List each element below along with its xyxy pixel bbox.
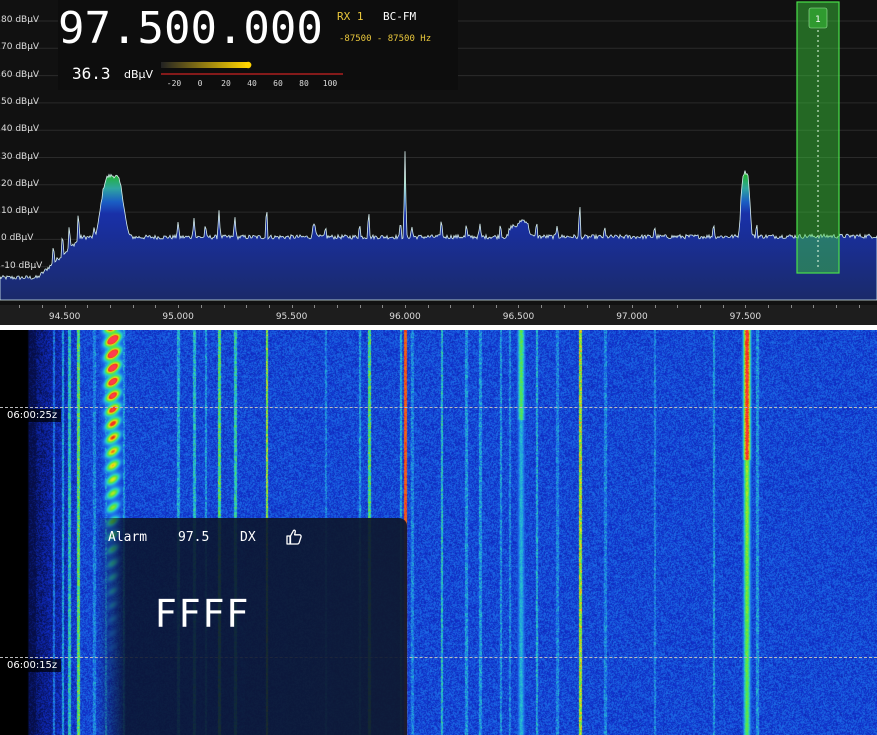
y-axis-label: -10 dBμV (1, 260, 43, 271)
y-axis-label: 30 dBμV (1, 151, 40, 162)
x-axis-tick (41, 305, 43, 308)
y-axis-label: 20 dBμV (1, 178, 40, 189)
alarm-label: Alarm (108, 530, 148, 545)
x-axis-tick (858, 305, 860, 308)
x-axis-tick (450, 305, 452, 308)
x-axis-tick (700, 305, 701, 308)
spectrum-trace (0, 151, 877, 301)
x-axis-tick (563, 305, 565, 308)
y-axis-label: 40 dBμV (1, 124, 40, 135)
x-axis-label: 95.000 (162, 312, 194, 322)
x-axis-label: 95.500 (275, 312, 308, 322)
x-axis-tick (722, 305, 724, 308)
x-axis-tick (836, 305, 838, 308)
y-axis-label: 80 dBμV (1, 15, 40, 25)
x-axis-tick (132, 305, 134, 308)
x-axis-tick (790, 305, 792, 308)
x-axis-tick (405, 305, 407, 308)
x-axis-tick (813, 305, 815, 308)
x-axis-tick (178, 305, 180, 308)
x-axis-tick (246, 305, 248, 308)
frequency-display[interactable]: 97.500.000 RX 1 BC-FM -87500 - 87500 Hz … (58, 0, 458, 90)
y-axis-label: 70 dBμV (1, 42, 40, 53)
y-axis-label: 60 dBμV (1, 69, 40, 80)
x-axis-tick (359, 305, 361, 308)
x-axis-tick (609, 305, 611, 308)
x-axis-tick (382, 305, 384, 308)
x-axis-tick (336, 305, 338, 308)
x-axis-tick (291, 305, 293, 308)
x-axis-tick (473, 305, 475, 308)
y-axis-label: 10 dBμV (1, 206, 40, 217)
x-axis-tick (518, 305, 520, 308)
x-axis-tick (541, 305, 543, 308)
s-meter-bar (161, 62, 248, 68)
x-axis-tick (155, 305, 157, 308)
x-axis-tick (745, 305, 747, 308)
x-axis-tick (586, 305, 588, 308)
x-axis-tick (223, 305, 225, 308)
x-axis-tick (87, 305, 89, 308)
s-meter-scale-label: 40 (247, 79, 257, 88)
y-axis-label: 0 dBμV (1, 233, 34, 244)
x-axis-label: 94.500 (48, 312, 81, 322)
s-meter-peak-dot (244, 61, 252, 69)
mode-label[interactable]: BC-FM (383, 10, 416, 23)
alarm-type: DX (240, 530, 256, 545)
x-axis-tick (631, 305, 633, 308)
s-meter: -20 0 20 40 60 80 100 (161, 61, 343, 88)
s-meter-scale-label: 60 (273, 79, 283, 88)
x-axis-tick (495, 305, 497, 308)
alarm-code: FFFF (155, 592, 251, 636)
x-axis-tick (654, 305, 656, 308)
s-meter-scale-label: 0 (198, 79, 203, 88)
signal-strength-unit: dBμV (124, 68, 154, 81)
x-axis-tick (19, 305, 21, 308)
s-meter-scale-label: -20 (167, 79, 182, 88)
x-axis-tick (110, 305, 112, 308)
thumbs-up-icon[interactable] (285, 528, 303, 546)
signal-strength-value: 36.3 (72, 64, 111, 83)
vfo-passband[interactable] (796, 1, 840, 274)
bandwidth-label: -87500 - 87500 Hz (339, 34, 432, 44)
alarm-frequency: 97.5 (178, 530, 210, 545)
x-axis-label: 97.500 (729, 312, 762, 322)
s-meter-scale-label: 80 (299, 79, 309, 88)
x-axis-tick (200, 305, 202, 308)
s-meter-scale-label: 100 (323, 79, 338, 88)
x-axis-tick (677, 305, 679, 308)
x-axis-tick (64, 305, 66, 308)
x-axis-tick (427, 305, 429, 308)
x-axis-tick (314, 305, 316, 308)
alarm-panel: Alarm 97.5 DX FFFF (95, 518, 407, 735)
s-meter-scale-label: 20 (221, 79, 231, 88)
x-axis-tick (768, 305, 770, 308)
x-axis-label: 96.000 (389, 312, 421, 322)
x-axis-tick (268, 305, 270, 308)
frequency-axis[interactable]: 94.500 95.000 95.500 96.000 96.500 97.000 97.5… (0, 305, 877, 325)
y-axis-label: 50 dBμV (1, 96, 40, 107)
vfo-badge-label: 1 (815, 15, 821, 25)
receiver-label[interactable]: RX 1 (337, 10, 364, 23)
vfo-frequency[interactable]: 97.500.000 (58, 3, 323, 54)
x-axis-label: 96.500 (502, 312, 535, 322)
x-axis-label: 97.000 (616, 312, 648, 322)
